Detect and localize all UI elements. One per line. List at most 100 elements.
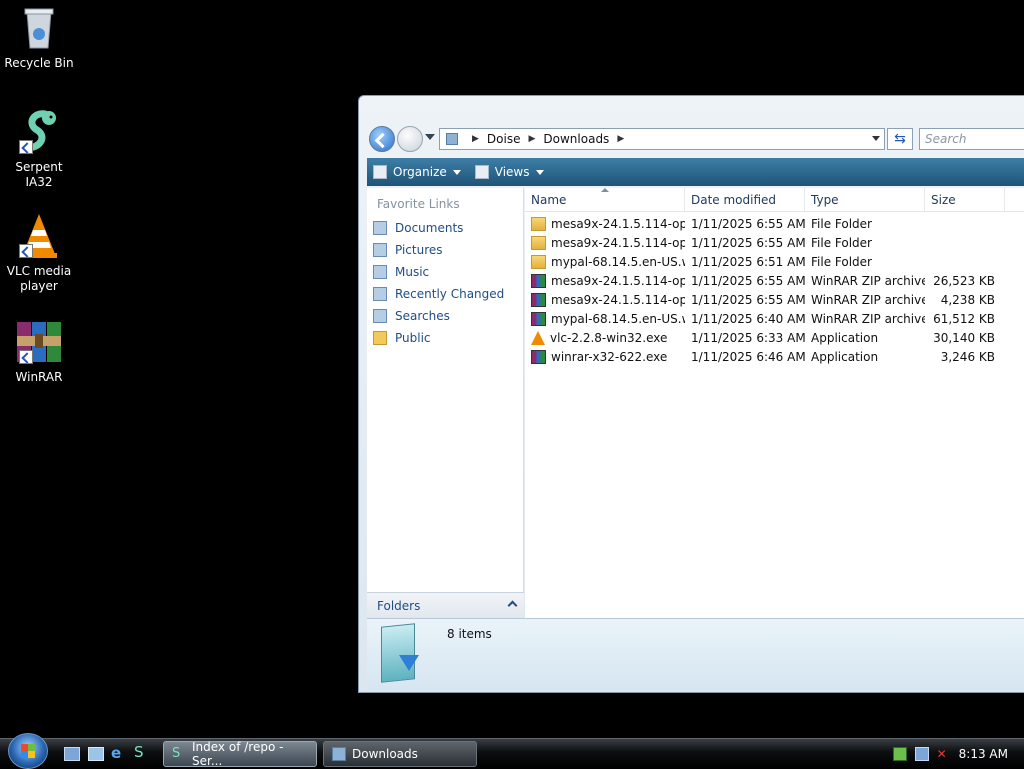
network-icon[interactable] [914, 747, 929, 761]
breadcrumb-separator-icon[interactable]: ▶ [472, 134, 479, 144]
link-searches[interactable]: Searches [367, 305, 523, 327]
desktop-icon-winrar[interactable]: WinRAR [1, 318, 77, 385]
windows-logo-icon [21, 744, 35, 758]
folders-label: Folders [377, 598, 421, 613]
desktop-icon-label: Recycle Bin [4, 56, 74, 70]
file-name-cell: mypal-68.14.5.en-US.w... [525, 254, 685, 269]
switch-windows-icon[interactable] [88, 747, 104, 761]
winrar-icon [15, 318, 63, 366]
file-date: 1/11/2025 6:46 AM [691, 349, 805, 364]
file-date: 1/11/2025 6:51 AM [691, 254, 805, 269]
file-name-cell: mesa9x-24.1.5.114-ope... [525, 292, 685, 307]
file-date: 1/11/2025 6:40 AM [691, 311, 805, 326]
explorer-folder-icon [332, 747, 346, 761]
organize-label: Organize [393, 165, 447, 179]
file-name-cell: winrar-x32-622.exe [525, 349, 685, 364]
start-button[interactable] [8, 733, 48, 769]
file-rows: mesa9x-24.1.5.114-ope... 1/11/2025 6:55 A… [525, 212, 1024, 366]
back-button[interactable] [369, 126, 395, 152]
winrar-icon [531, 349, 546, 364]
desktop-icon-serpent[interactable]: Serpent IA32 [1, 108, 77, 190]
clock[interactable]: 8:13 AM [959, 747, 1008, 761]
file-name-cell: vlc-2.2.8-win32.exe [525, 330, 685, 345]
file-name-cell: mesa9x-24.1.5.114-ope... [525, 235, 685, 250]
file-date: 1/11/2025 6:55 AM [691, 235, 805, 250]
taskbar: e S S Index of /repo - Ser... Downloads … [0, 733, 1024, 769]
internet-explorer-icon[interactable]: e [111, 744, 127, 762]
winrar-archive-icon [531, 292, 546, 307]
taskbar-button-browser[interactable]: S Index of /repo - Ser... [163, 740, 317, 768]
file-size: 26,523 KB [933, 273, 995, 288]
views-label: Views [494, 165, 530, 179]
desktop-icon-vlc[interactable]: VLC media player [1, 212, 77, 294]
file-size: 3,246 KB [940, 349, 995, 364]
column-header-date-modified[interactable]: Date modified [685, 188, 805, 211]
file-name: winrar-x32-622.exe [551, 349, 668, 364]
column-header-name[interactable]: Name [525, 188, 685, 211]
column-header-type[interactable]: Type [805, 188, 925, 211]
file-name: mesa9x-24.1.5.114-ope... [551, 216, 685, 231]
serpent-quicklaunch-icon[interactable]: S [134, 743, 150, 761]
file-row[interactable]: mesa9x-24.1.5.114-ope... 1/11/2025 6:55 A… [525, 290, 1024, 309]
address-dropdown-icon[interactable] [872, 136, 880, 141]
command-bar: Organize Views [367, 158, 1024, 186]
file-row[interactable]: mypal-68.14.5.en-US.w... 1/11/2025 6:51 A… [525, 252, 1024, 271]
forward-button[interactable] [397, 126, 423, 152]
breadcrumb-doise[interactable]: Doise [487, 132, 521, 146]
search-input[interactable]: Search [919, 128, 1024, 150]
navigation-bar: ▶ Doise ▶ Downloads ▶ ⇆ Search [367, 126, 1024, 154]
organize-button[interactable]: Organize [373, 165, 461, 179]
sort-ascending-icon [601, 188, 609, 192]
address-bar[interactable]: ▶ Doise ▶ Downloads ▶ [439, 128, 885, 150]
folders-toggle[interactable]: Folders [367, 592, 524, 618]
file-date: 1/11/2025 6:33 AM [691, 330, 805, 345]
file-row[interactable]: vlc-2.2.8-win32.exe 1/11/2025 6:33 AM Appl… [525, 328, 1024, 347]
file-type: WinRAR ZIP archive [811, 292, 925, 307]
chevron-up-icon [507, 600, 518, 611]
folder-icon [446, 133, 458, 145]
link-documents[interactable]: Documents [367, 217, 523, 239]
breadcrumb-separator-icon[interactable]: ▶ [528, 134, 535, 144]
volume-muted-icon[interactable]: ✕ [937, 747, 951, 761]
file-row[interactable]: mesa9x-24.1.5.114-ope... 1/11/2025 6:55 A… [525, 233, 1024, 252]
column-label: Size [931, 193, 956, 207]
serpent-icon [15, 108, 63, 156]
column-header-size[interactable]: Size [925, 188, 1005, 211]
downloads-folder-icon [375, 623, 421, 683]
link-public[interactable]: Public [367, 327, 523, 349]
show-desktop-icon[interactable] [64, 747, 80, 761]
refresh-button[interactable]: ⇆ [887, 128, 913, 150]
file-size: 30,140 KB [933, 330, 995, 345]
file-type: Application [811, 330, 879, 345]
link-recently-changed[interactable]: Recently Changed [367, 283, 523, 305]
recent-pages-dropdown[interactable] [425, 134, 435, 140]
desktop-icon-recycle-bin[interactable]: Recycle Bin [1, 4, 77, 71]
refresh-icon: ⇆ [894, 131, 906, 147]
file-name: mesa9x-24.1.5.114-ope... [551, 235, 685, 250]
safely-remove-hardware-icon[interactable] [892, 747, 907, 761]
file-name-cell: mesa9x-24.1.5.114-ope... [525, 216, 685, 231]
system-tray: ✕ 8:13 AM [884, 739, 1024, 769]
winrar-archive-icon [531, 273, 546, 288]
taskbar-button-label: Downloads [352, 747, 418, 761]
shortcut-arrow-icon [19, 244, 33, 258]
link-music[interactable]: Music [367, 261, 523, 283]
recently-changed-icon [373, 287, 387, 301]
file-row[interactable]: mesa9x-24.1.5.114-ope... 1/11/2025 6:55 A… [525, 214, 1024, 233]
taskbar-button-downloads[interactable]: Downloads [323, 741, 477, 767]
music-icon [373, 265, 387, 279]
file-row[interactable]: mypal-68.14.5.en-US.w... 1/11/2025 6:40 A… [525, 309, 1024, 328]
file-row[interactable]: mesa9x-24.1.5.114-ope... 1/11/2025 6:55 A… [525, 271, 1024, 290]
file-type: WinRAR ZIP archive [811, 311, 925, 326]
chevron-down-icon [452, 169, 461, 175]
breadcrumb-separator-icon[interactable]: ▶ [617, 134, 624, 144]
link-label: Public [395, 331, 431, 345]
documents-icon [373, 221, 387, 235]
link-pictures[interactable]: Pictures [367, 239, 523, 261]
link-label: Searches [395, 309, 450, 323]
file-name-cell: mesa9x-24.1.5.114-ope... [525, 273, 685, 288]
breadcrumb-downloads[interactable]: Downloads [543, 132, 609, 146]
views-button[interactable]: Views [474, 165, 544, 179]
file-type: File Folder [811, 216, 872, 231]
file-row[interactable]: winrar-x32-622.exe 1/11/2025 6:46 AM Appli… [525, 347, 1024, 366]
